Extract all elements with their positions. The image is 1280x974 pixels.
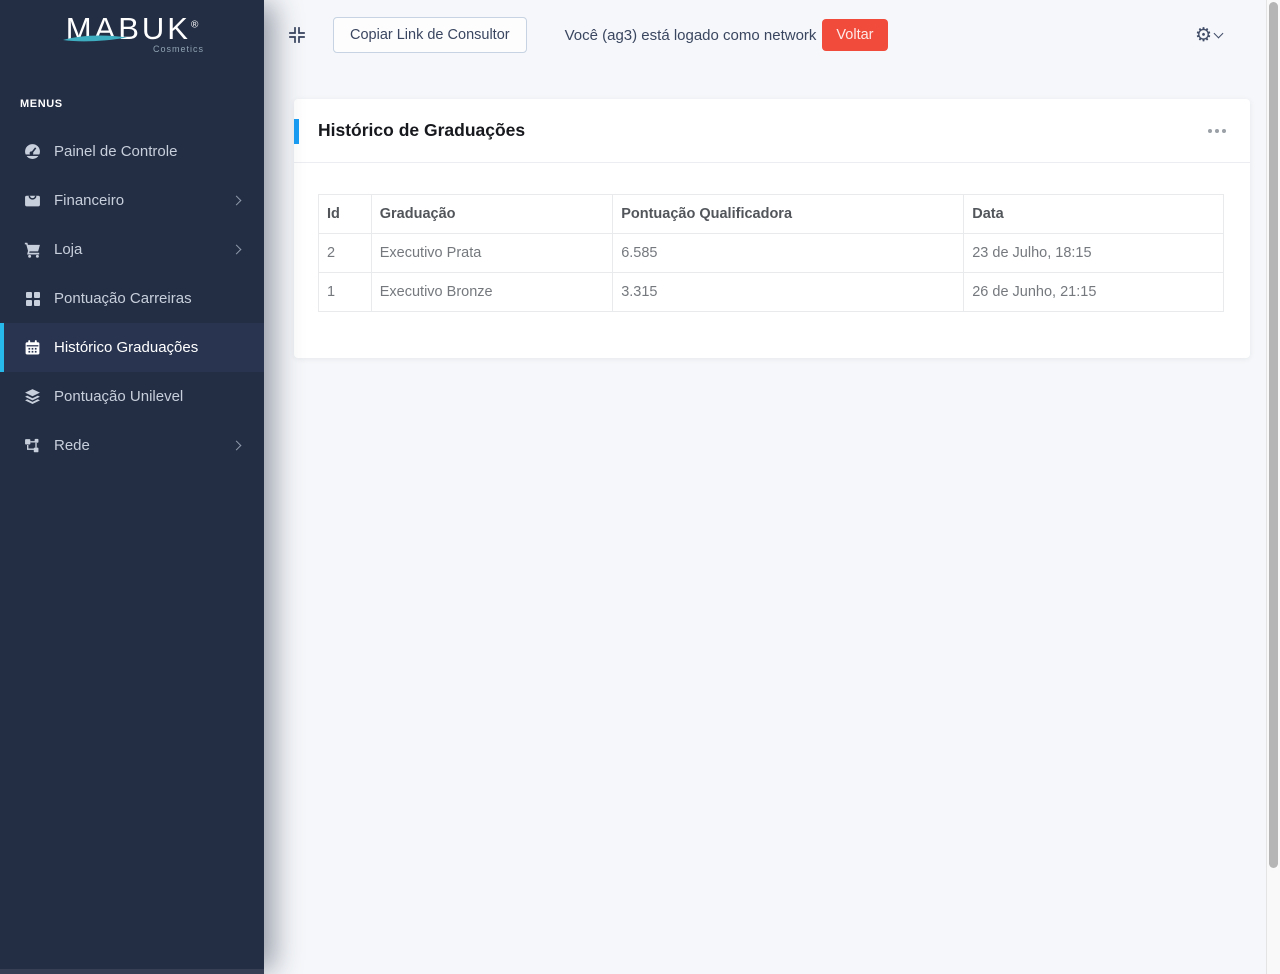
brand-logo: MABUK® Cosmetics: [0, 0, 264, 74]
sidebar: MABUK® Cosmetics MENUS Painel de Control…: [0, 0, 264, 974]
sidebar-item-label: Rede: [54, 437, 90, 454]
main-area: Copiar Link de Consultor Você (ag3) está…: [264, 0, 1280, 974]
cell-id: 1: [318, 272, 372, 312]
card-body: Id Graduação Pontuação Qualificadora Dat…: [294, 163, 1250, 358]
card-options-button[interactable]: [1208, 123, 1226, 139]
sidebar-item-label: Financeiro: [54, 192, 125, 209]
sidebar-item-rede[interactable]: Rede: [0, 421, 264, 470]
inbox-icon: [24, 192, 41, 209]
dot-icon: [1222, 128, 1226, 133]
cell-pontuacao: 3.315: [612, 272, 965, 312]
sidebar-section-label: MENUS: [20, 98, 63, 110]
impersonation-banner: Você (ag3) está logado como network Volt…: [565, 19, 888, 51]
sidebar-item-pontuacao-carreiras[interactable]: Pontuação Carreiras: [0, 274, 264, 323]
sidebar-collapse-button[interactable]: [288, 26, 306, 44]
topbar: Copiar Link de Consultor Você (ag3) está…: [264, 0, 1280, 70]
table-row: 1 Executivo Bronze 3.315 26 de Junho, 21…: [318, 272, 1224, 312]
cell-id: 2: [318, 233, 372, 273]
cell-graduacao: Executivo Bronze: [370, 272, 614, 312]
chevron-right-icon: [231, 244, 242, 255]
sidebar-item-label: Pontuação Carreiras: [54, 290, 192, 307]
compress-icon: [289, 27, 305, 43]
sidebar-item-loja[interactable]: Loja: [0, 225, 264, 274]
sidebar-item-label: Loja: [54, 241, 83, 258]
impersonation-status-text: Você (ag3) está logado como network: [564, 26, 817, 44]
table-header-row: Id Graduação Pontuação Qualificadora Dat…: [318, 194, 1224, 234]
grid-icon: [24, 290, 41, 307]
column-header-graduacao: Graduação: [370, 194, 614, 234]
chevron-right-icon: [231, 440, 242, 451]
cell-data: 26 de Junho, 21:15: [963, 272, 1224, 312]
sidebar-scroll-strip: [0, 969, 264, 974]
sidebar-item-label: Pontuação Unilevel: [54, 388, 184, 405]
graduations-table: Id Graduação Pontuação Qualificadora Dat…: [318, 194, 1224, 312]
sidebar-item-label: Painel de Controle: [54, 143, 178, 160]
sidebar-item-financeiro[interactable]: Financeiro: [0, 176, 264, 225]
voltar-button[interactable]: Voltar: [822, 19, 888, 51]
cell-pontuacao: 6.585: [612, 233, 965, 273]
cart-icon: [24, 241, 41, 258]
registered-mark: ®: [190, 19, 199, 31]
column-header-pontuacao: Pontuação Qualificadora: [612, 194, 965, 234]
settings-menu[interactable]: ⚙: [1194, 24, 1224, 46]
copy-consultant-link-button[interactable]: Copiar Link de Consultor: [333, 17, 527, 53]
dot-icon: [1208, 128, 1212, 133]
card-accent-bar: [294, 119, 299, 144]
app-window: MABUK® Cosmetics MENUS Painel de Control…: [0, 0, 1280, 974]
chevron-right-icon: [231, 195, 242, 206]
page-scrollbar-track[interactable]: [1266, 0, 1280, 974]
page-title: Histórico de Graduações: [318, 120, 526, 140]
table-row: 2 Executivo Prata 6.585 23 de Julho, 18:…: [318, 233, 1224, 273]
cell-graduacao: Executivo Prata: [370, 233, 614, 273]
layers-icon: [24, 388, 41, 405]
network-icon: [24, 437, 41, 454]
cell-data: 23 de Julho, 18:15: [963, 233, 1224, 273]
calendar-icon: [24, 339, 41, 356]
gear-icon: ⚙: [1194, 24, 1212, 46]
card-header: Histórico de Graduações: [294, 99, 1250, 163]
chevron-down-icon: [1213, 28, 1224, 39]
logo-swoosh-icon: [63, 35, 127, 42]
graduations-card: Histórico de Graduações Id Graduação Pon…: [294, 99, 1250, 358]
sidebar-item-label: Histórico Graduações: [54, 339, 199, 356]
brand-tagline: Cosmetics: [152, 44, 204, 54]
column-header-data: Data: [963, 194, 1224, 234]
sidebar-item-historico-graduacoes[interactable]: Histórico Graduações: [0, 323, 264, 372]
sidebar-item-painel-de-controle[interactable]: Painel de Controle: [0, 127, 264, 176]
column-header-id: Id: [318, 194, 372, 234]
sidebar-item-pontuacao-unilevel[interactable]: Pontuação Unilevel: [0, 372, 264, 421]
page-scrollbar-thumb[interactable]: [1269, 2, 1278, 868]
speedometer-icon: [24, 143, 41, 160]
dot-icon: [1215, 128, 1219, 133]
sidebar-menu: Painel de Controle Financeiro Loja Pontu…: [0, 127, 264, 470]
